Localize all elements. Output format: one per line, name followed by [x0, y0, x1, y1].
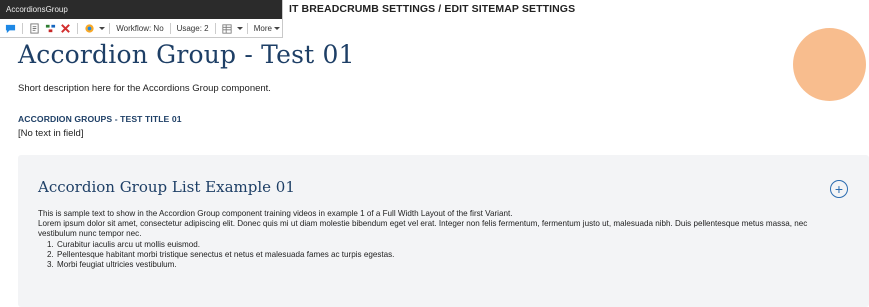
accordion-title[interactable]: Accordion Group List Example 01	[38, 178, 295, 196]
caret-icon[interactable]	[236, 27, 243, 30]
accordion-lorem: Lorem ipsum dolor sit amet, consectetur …	[38, 219, 808, 239]
more-menu[interactable]: More	[254, 24, 280, 33]
component-name: AccordionsGroup	[0, 0, 282, 19]
delete-icon[interactable]	[60, 23, 71, 35]
group-heading: ACCORDION GROUPS - TEST TITLE 01	[18, 114, 182, 124]
toolbar-divider	[109, 23, 111, 34]
list-item: Pellentesque habitant morbi tristique se…	[56, 250, 838, 260]
accordion-panel: Accordion Group List Example 01 + This i…	[18, 155, 869, 307]
workflow-status: Workflow: No	[116, 24, 164, 33]
cursor-highlight	[793, 28, 866, 101]
breadcrumb-settings-link[interactable]: IT BREADCRUMB SETTINGS / EDIT SITEMAP SE…	[289, 3, 575, 15]
toolbar-divider	[246, 23, 248, 34]
component-icon[interactable]	[45, 23, 56, 35]
usage-count[interactable]: Usage: 2	[177, 24, 209, 33]
empty-field-placeholder: [No text in field]	[18, 128, 84, 139]
list-item: Curabitur iaculis arcu ut mollis euismod…	[56, 240, 838, 250]
chat-icon[interactable]	[5, 23, 16, 35]
chevron-down-icon	[274, 27, 280, 31]
toolbar-divider	[22, 23, 24, 34]
toolbar-divider	[77, 23, 78, 34]
caret-icon[interactable]	[99, 27, 106, 30]
table-icon[interactable]	[222, 23, 233, 35]
page-edit-icon[interactable]	[29, 23, 40, 35]
editor-toolbar: Workflow: No Usage: 2 More	[0, 19, 282, 38]
editor-chrome: AccordionsGroup Workflow: No Usage: 2 Mo…	[0, 0, 283, 38]
accordion-body: This is sample text to show in the Accor…	[38, 209, 838, 270]
toolbar-divider	[169, 23, 171, 34]
expand-icon[interactable]: +	[830, 180, 848, 198]
list-item: Morbi feugiat ultricies vestibulum.	[56, 260, 838, 270]
accordion-intro: This is sample text to show in the Accor…	[38, 209, 513, 218]
paint-icon[interactable]	[84, 23, 95, 35]
page-description: Short description here for the Accordion…	[18, 83, 271, 94]
toolbar-divider	[214, 23, 216, 34]
page-title: Accordion Group - Test 01	[18, 40, 355, 69]
accordion-list: Curabitur iaculis arcu ut mollis euismod…	[38, 240, 838, 271]
